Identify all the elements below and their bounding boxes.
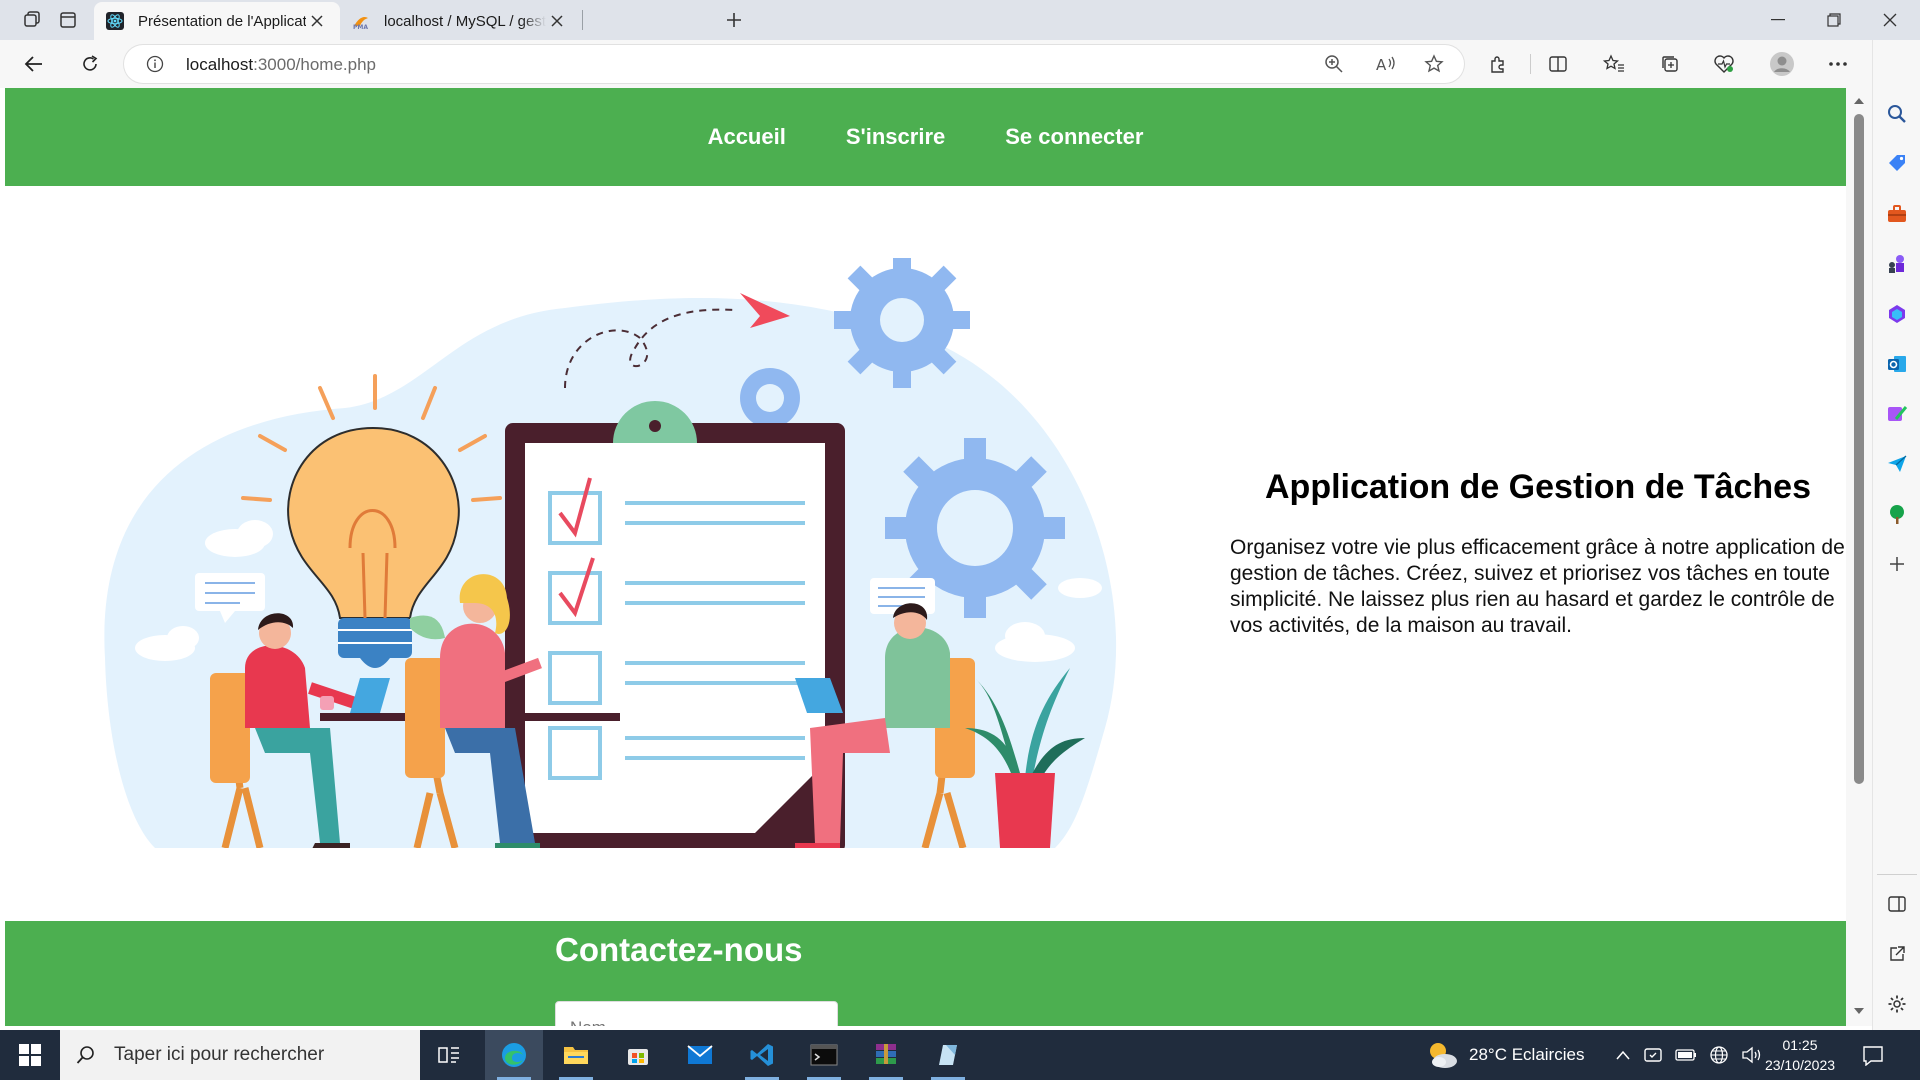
weather-widget[interactable]: 28°C Eclaircies (1425, 1030, 1584, 1080)
svg-text:A: A (1376, 56, 1387, 73)
collections-icon[interactable] (1652, 47, 1688, 81)
windows-taskbar: Taper ici pour rechercher 28°C Eclaircie… (0, 1030, 1920, 1080)
contact-title: Contactez-nous (555, 931, 803, 968)
mail-icon[interactable] (671, 1030, 729, 1080)
battery-icon[interactable] (1675, 1048, 1697, 1062)
tab-actions-icon[interactable] (50, 4, 86, 36)
scrollbar-thumb[interactable] (1854, 114, 1864, 784)
split-screen-icon[interactable] (1540, 47, 1576, 81)
file-explorer-icon[interactable] (547, 1030, 605, 1080)
nav-link-inscrire[interactable]: S'inscrire (816, 124, 975, 150)
url-host: localhost (186, 55, 254, 74)
microsoft365-icon[interactable] (1885, 302, 1909, 326)
scroll-up-arrow-icon[interactable] (1853, 96, 1865, 106)
tab-phpmyadmin[interactable]: PMA localhost / MySQL / gestionentre (340, 2, 580, 40)
notifications-icon[interactable] (1862, 1030, 1884, 1080)
shopping-tag-icon[interactable] (1885, 152, 1909, 176)
edge-taskbar-icon[interactable] (485, 1030, 543, 1080)
tab-presentation[interactable]: Présentation de l'Application (94, 2, 340, 40)
settings-gear-icon[interactable] (1885, 992, 1909, 1016)
designer-icon[interactable] (1885, 402, 1909, 426)
site-navbar: Accueil S'inscrire Se connecter (5, 88, 1846, 186)
read-aloud-icon[interactable]: A (1372, 51, 1400, 77)
toolbar-divider (1530, 54, 1531, 74)
scroll-down-arrow-icon[interactable] (1853, 1006, 1865, 1016)
name-input[interactable] (555, 1001, 838, 1026)
intro-section: Application de Gestion de Tâches Organis… (1230, 468, 1846, 639)
clock-date: 23/10/2023 (1764, 1057, 1836, 1073)
taskbar-search-placeholder: Taper ici pour rechercher (114, 1044, 325, 1065)
vscode-icon[interactable] (733, 1030, 791, 1080)
profile-avatar[interactable] (1764, 47, 1800, 81)
close-window-icon[interactable] (1862, 0, 1918, 40)
tools-briefcase-icon[interactable] (1885, 202, 1909, 226)
send-plane-icon[interactable] (1885, 452, 1909, 476)
taskbar-search-box[interactable]: Taper ici pour rechercher (60, 1030, 420, 1080)
zoom-icon[interactable] (1320, 51, 1348, 77)
close-tab-icon[interactable] (306, 10, 328, 32)
hero-illustration (104, 258, 1117, 848)
page-viewport: Accueil S'inscrire Se connecter Applicat… (5, 88, 1846, 1026)
intro-description: Organisez votre vie plus efficacement gr… (1230, 536, 1845, 637)
clock-time: 01:25 (1782, 1037, 1818, 1053)
close-tab-icon[interactable] (546, 10, 568, 32)
open-external-icon[interactable] (1885, 942, 1909, 966)
refresh-icon[interactable] (72, 47, 108, 81)
add-icon[interactable] (1885, 552, 1909, 576)
back-arrow-icon[interactable] (16, 47, 52, 81)
microsoft-store-icon[interactable] (609, 1030, 667, 1080)
url-text[interactable]: localhost:3000/home.php (186, 55, 376, 75)
tab-title: Présentation de l'Application (138, 12, 306, 30)
taskbar-clock[interactable]: 01:25 23/10/2023 (1760, 1035, 1840, 1075)
address-bar[interactable]: localhost:3000/home.php A (124, 45, 1464, 83)
terminal-icon[interactable] (795, 1030, 853, 1080)
tree-icon[interactable] (1885, 502, 1909, 526)
tab-separator (582, 10, 583, 30)
workspaces-icon[interactable] (14, 4, 50, 36)
chevron-up-icon[interactable] (1615, 1049, 1631, 1061)
clipboard-checklist-icon (505, 401, 845, 848)
favorites-icon[interactable] (1596, 47, 1632, 81)
extensions-icon[interactable] (1480, 47, 1516, 81)
phpmyadmin-favicon-icon: PMA (353, 17, 368, 30)
browser-toolbar: localhost:3000/home.php A (0, 40, 1920, 88)
network-globe-icon[interactable] (1709, 1045, 1729, 1065)
notes-app-icon[interactable] (919, 1030, 977, 1080)
task-view-icon[interactable] (420, 1030, 478, 1080)
tab-title: localhost / MySQL / gestionentre (384, 12, 546, 30)
page-scrollbar[interactable] (1846, 88, 1872, 1026)
winrar-icon[interactable] (857, 1030, 915, 1080)
system-tray-icons (1615, 1030, 1763, 1080)
performance-heart-icon[interactable] (1706, 47, 1742, 81)
site-info-icon[interactable] (146, 55, 164, 73)
svg-text:PMA: PMA (353, 24, 368, 30)
weather-text: 28°C Eclaircies (1469, 1045, 1585, 1064)
windows-start-icon[interactable] (0, 1030, 60, 1080)
hide-sidebar-icon[interactable] (1885, 892, 1909, 916)
minimize-icon[interactable] (1750, 0, 1806, 40)
sidebar-divider (1877, 874, 1917, 875)
security-icon[interactable] (1643, 1046, 1663, 1064)
edge-sidebar (1872, 40, 1920, 1030)
tab-strip: Présentation de l'Application PMA localh… (0, 0, 1920, 40)
contact-section: Contactez-nous (5, 921, 1846, 1026)
nav-link-connecter[interactable]: Se connecter (975, 124, 1173, 150)
gear-icon (740, 368, 800, 428)
outlook-icon[interactable] (1885, 352, 1909, 376)
search-icon (76, 1046, 94, 1064)
weather-sun-cloud-icon (1430, 1043, 1457, 1068)
games-chess-icon[interactable] (1885, 252, 1909, 276)
react-favicon-icon (106, 12, 124, 30)
url-path: :3000/home.php (253, 55, 376, 74)
nav-link-accueil[interactable]: Accueil (678, 124, 816, 150)
favorite-star-icon[interactable] (1420, 51, 1448, 77)
more-options-icon[interactable] (1820, 47, 1856, 81)
intro-title: Application de Gestion de Tâches (1265, 468, 1811, 506)
search-icon[interactable] (1885, 102, 1909, 126)
new-tab-icon[interactable] (716, 4, 752, 36)
restore-icon[interactable] (1806, 0, 1862, 40)
